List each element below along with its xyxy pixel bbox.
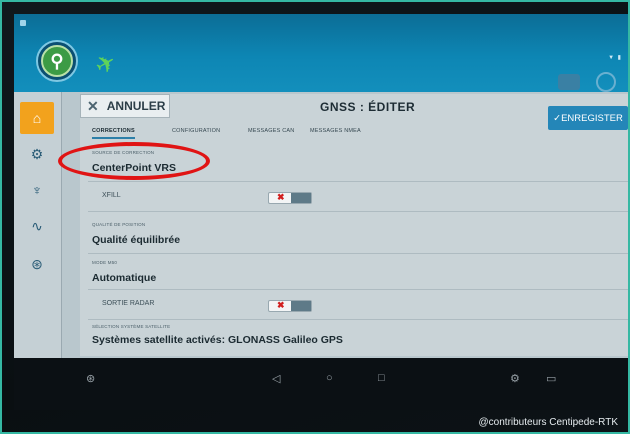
back-icon[interactable]: ◁ bbox=[272, 372, 280, 385]
screenshot-icon[interactable]: ▭ bbox=[546, 372, 556, 385]
radar-toggle[interactable]: ✖ bbox=[268, 300, 312, 312]
satellite-selection-row[interactable]: SÉLECTION SYSTÈME SATELLITE Systèmes sat… bbox=[88, 320, 628, 356]
tablet-screen: ▼ ▮ ⚲ ✈ ⌂ ⚙ ♆ ∿ ⊛ ✕ ANNULER GNSS : ÉDITE… bbox=[14, 14, 628, 410]
cancel-label: ANNULER bbox=[106, 99, 166, 113]
xfill-row: XFILL ✖ bbox=[88, 182, 628, 212]
home-circle-icon[interactable]: ○ bbox=[326, 372, 333, 384]
tractor-icon[interactable] bbox=[558, 74, 580, 90]
red-circle-annotation bbox=[58, 142, 210, 180]
android-nav-bar: ⊛ ◁ ○ □ ⚙ ▭ bbox=[14, 358, 628, 410]
sidebar: ⌂ ⚙ ♆ ∿ ⊛ bbox=[14, 92, 62, 358]
top-bar: ▼ ▮ ⚲ ✈ bbox=[14, 14, 628, 92]
off-icon: ✖ bbox=[277, 300, 285, 310]
photo-frame: ▼ ▮ ⚲ ✈ ⌂ ⚙ ♆ ∿ ⊛ ✕ ANNULER GNSS : ÉDITE… bbox=[0, 0, 630, 434]
dialog-header: ✕ ANNULER GNSS : ÉDITER ✓ENREGISTER bbox=[80, 94, 628, 130]
tab-corrections[interactable]: CORRECTIONS bbox=[92, 128, 135, 139]
tab-messages-can[interactable]: MESSAGES CAN bbox=[248, 128, 294, 134]
field-label: SORTIE RADAR bbox=[102, 300, 155, 307]
app-logo-button[interactable]: ⚲ bbox=[36, 40, 78, 82]
field-label: MODE M50 bbox=[92, 260, 118, 265]
home-icon[interactable]: ⌂ bbox=[20, 102, 54, 134]
field-label: QUALITÉ DE POSITION bbox=[92, 222, 146, 227]
dialog-title: GNSS : ÉDITER bbox=[320, 100, 416, 114]
save-button[interactable]: ✓ENREGISTER bbox=[548, 106, 628, 130]
off-icon: ✖ bbox=[277, 192, 285, 202]
status-icons: ▼ ▮ bbox=[608, 55, 622, 61]
tab-messages-nmea[interactable]: MESSAGES NMEA bbox=[310, 128, 361, 134]
close-icon: ✕ bbox=[87, 97, 99, 114]
tab-configuration[interactable]: CONFIGURATION bbox=[172, 128, 220, 134]
cancel-button[interactable]: ✕ ANNULER bbox=[80, 94, 170, 118]
steering-icon[interactable]: ⚙ bbox=[20, 138, 54, 170]
tab-bar: CORRECTIONS CONFIGURATION MESSAGES CAN M… bbox=[88, 124, 548, 142]
watermark: @contributeurs Centipede-RTK bbox=[478, 417, 618, 428]
field-value: Qualité équilibrée bbox=[92, 234, 181, 246]
settings-icon[interactable]: ⚙ bbox=[510, 372, 520, 385]
recents-icon[interactable]: □ bbox=[378, 372, 385, 384]
position-quality-row[interactable]: QUALITÉ DE POSITION Qualité équilibrée bbox=[88, 212, 628, 254]
field-value: Systèmes satellite activés: GLONASS Gali… bbox=[92, 334, 343, 346]
radar-output-row: SORTIE RADAR ✖ bbox=[88, 290, 628, 320]
antenna-icon[interactable]: ♆ bbox=[20, 174, 54, 206]
satellite-icon: ✈ bbox=[90, 47, 122, 82]
xfill-toggle[interactable]: ✖ bbox=[268, 192, 312, 204]
steering-wheel-icon[interactable]: ⊛ bbox=[86, 372, 95, 385]
notification-icon bbox=[20, 20, 26, 26]
mode-row[interactable]: MODE M50 Automatique bbox=[88, 254, 628, 290]
wave-icon[interactable]: ∿ bbox=[20, 210, 54, 242]
toggle-knob bbox=[291, 301, 311, 311]
runner-icon: ⚲ bbox=[41, 45, 73, 77]
wheel-icon[interactable] bbox=[596, 72, 616, 92]
toggle-knob bbox=[291, 193, 311, 203]
field-label: SÉLECTION SYSTÈME SATELLITE bbox=[92, 324, 171, 329]
field-value: Automatique bbox=[92, 272, 157, 284]
gnss-edit-dialog: ✕ ANNULER GNSS : ÉDITER ✓ENREGISTER CORR… bbox=[80, 94, 628, 356]
field-label: XFILL bbox=[102, 192, 121, 199]
dollar-icon[interactable]: ⊛ bbox=[20, 248, 54, 280]
